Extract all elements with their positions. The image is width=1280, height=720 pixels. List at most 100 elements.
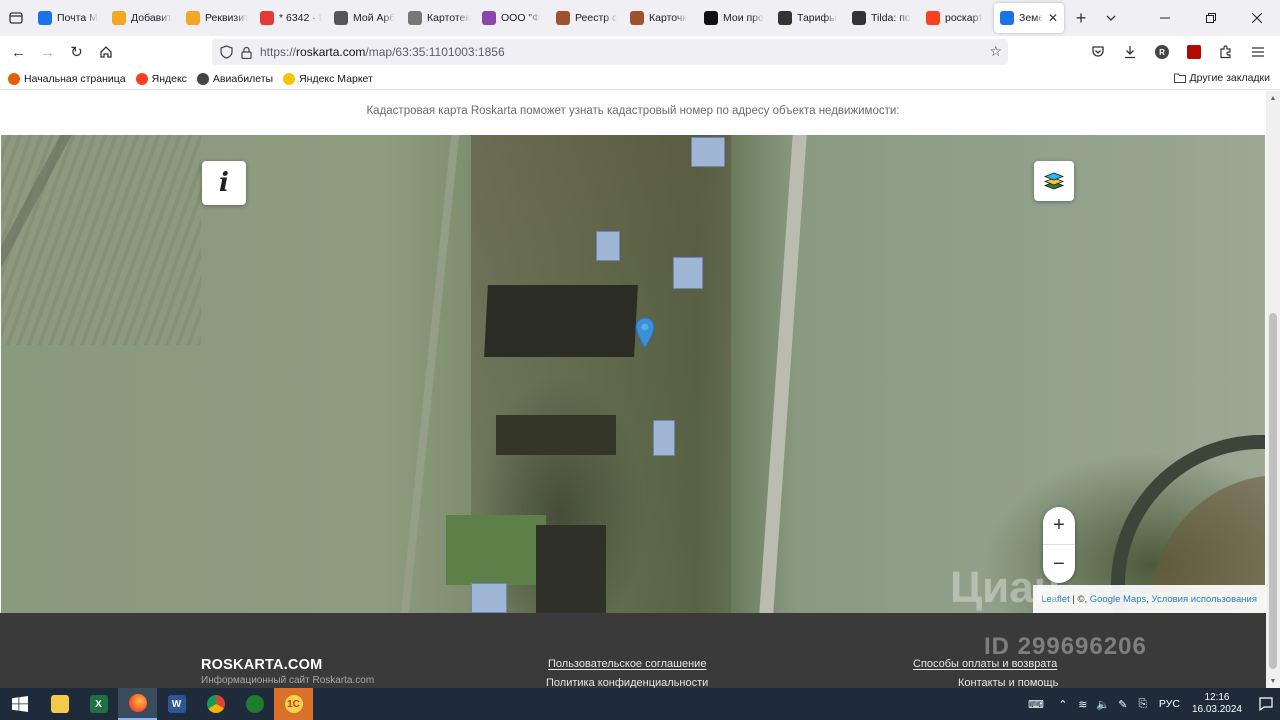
tab[interactable]: Карточк (624, 3, 698, 33)
footer-brand: ROSKARTA.COM (201, 657, 323, 673)
tab[interactable]: Tilda: по (846, 3, 920, 33)
hamburger-icon (1252, 47, 1264, 57)
firefox-icon (128, 694, 147, 712)
map-layers-button[interactable] (1034, 161, 1074, 201)
footer-link-user-agreement[interactable]: Пользовательское соглашение (548, 658, 706, 670)
map-attribution: Leaflet | ©, Google Maps , Условия испол… (1033, 585, 1265, 613)
layers-icon (1043, 172, 1065, 190)
tab[interactable]: Мой Арб (328, 3, 402, 33)
system-tray: ⌨ ⌃ ≋ 🔈 ✎ ⎘ РУС 12:16 16.03.2024 (1019, 688, 1280, 720)
taskbar-app-green[interactable] (235, 688, 274, 720)
minimize-button[interactable] (1142, 0, 1188, 36)
1c-icon: 1C (284, 695, 303, 713)
address-bar[interactable]: https://roskarta.com/map/63:35:1101003:1… (212, 39, 1008, 65)
taskbar-word[interactable]: W (157, 688, 196, 720)
terms-link[interactable]: Условия использования (1152, 594, 1257, 605)
bookmark-item[interactable]: Авиабилеты (196, 72, 273, 85)
footer-link-contacts-help[interactable]: Контакты и помощь (958, 677, 1058, 688)
clock[interactable]: 12:16 16.03.2024 (1192, 692, 1242, 716)
zoom-in-button[interactable]: + (1043, 507, 1075, 545)
home-icon (99, 46, 112, 58)
tab-label: роскарт (945, 12, 984, 24)
account-button[interactable]: R (1148, 38, 1176, 66)
notifications-button[interactable] (1252, 688, 1280, 720)
globe-icon (196, 72, 209, 85)
bookmark-item[interactable]: Яндекс (135, 72, 187, 85)
restore-icon (1206, 13, 1216, 23)
tab-active[interactable]: Земел ✕ (994, 3, 1064, 33)
tab[interactable]: Реквизит (180, 3, 254, 33)
tab[interactable]: ООО "Ф (476, 3, 550, 33)
menu-button[interactable] (1244, 38, 1272, 66)
google-maps-link[interactable]: Google Maps (1090, 594, 1147, 605)
taskbar-chrome[interactable] (196, 688, 235, 720)
tab[interactable]: Картотек (402, 3, 476, 33)
map-house (471, 583, 507, 613)
windows-taskbar: X W 1C ⌨ ⌃ ≋ 🔈 ✎ ⎘ РУС 12:16 16.03.2024 (0, 688, 1280, 720)
pdf-extension-button[interactable] (1180, 38, 1208, 66)
map-info-button[interactable]: i (202, 161, 246, 205)
pdf-icon (1187, 45, 1201, 59)
back-button[interactable]: ← (4, 38, 33, 66)
tab-list: Почта M Добавит Реквизит * 6342 · В Мой Арб К… (32, 0, 1064, 36)
tab[interactable]: Добавит (106, 3, 180, 33)
scroll-up-arrow-icon[interactable]: ▲ (1266, 91, 1280, 105)
taskbar-excel[interactable]: X (79, 688, 118, 720)
taskbar-1c[interactable]: 1C (274, 688, 313, 720)
tab-label: * 6342 · В (279, 12, 322, 24)
close-window-button[interactable] (1234, 0, 1280, 36)
satellite-map[interactable]: i + − Leaflet | ©, Google Maps , Условия… (1, 135, 1265, 613)
list-all-tabs-button[interactable] (1096, 3, 1126, 33)
site-footer: Пользовательское соглашение Политика кон… (0, 613, 1266, 688)
market-icon (283, 72, 296, 85)
bookmark-item[interactable]: Яндекс Маркет (283, 72, 373, 85)
taskbar-file-explorer[interactable] (40, 688, 79, 720)
pocket-button[interactable] (1084, 38, 1112, 66)
check-icon (1000, 11, 1014, 25)
tab[interactable]: роскарт (920, 3, 994, 33)
bookmark-item[interactable]: Начальная страница (8, 72, 126, 85)
zoom-out-button[interactable]: − (1043, 545, 1075, 583)
downloads-button[interactable] (1116, 38, 1144, 66)
extensions-button[interactable] (1212, 38, 1240, 66)
start-button[interactable] (0, 688, 40, 720)
taskbar-firefox[interactable] (118, 688, 157, 720)
tab[interactable]: Почта M (32, 3, 106, 33)
map-marker-icon[interactable] (635, 317, 655, 349)
app-tray-button[interactable]: ✎ (1113, 688, 1133, 720)
page-scrollbar[interactable]: ▲ ▼ (1266, 91, 1280, 688)
close-tab-icon[interactable]: ✕ (1048, 11, 1058, 25)
folder-icon (1173, 73, 1186, 83)
other-bookmarks[interactable]: Другие закладки (1173, 72, 1270, 84)
new-tab-button[interactable]: + (1066, 3, 1096, 33)
footer-link-privacy-policy[interactable]: Политика конфиденциальности (546, 677, 708, 688)
keyboard-tray-button[interactable]: ⌨ (1019, 688, 1053, 720)
footer-link-payment-methods[interactable]: Способы оплаты и возврата (913, 658, 1057, 670)
scroll-thumb[interactable] (1269, 313, 1277, 669)
tray-overflow-button[interactable]: ⌃ (1053, 688, 1073, 720)
bookmark-star-icon[interactable]: ☆ (989, 43, 1002, 60)
bookmark-label: Яндекс Маркет (299, 72, 373, 85)
leaflet-link[interactable]: Leaflet (1041, 594, 1070, 605)
k-icon (704, 11, 718, 25)
home-button[interactable] (91, 38, 120, 66)
info-icon: i (219, 168, 229, 198)
map-field (1, 135, 201, 345)
scroll-down-arrow-icon[interactable]: ▼ (1266, 674, 1280, 688)
tab[interactable]: Мои про (698, 3, 772, 33)
tab[interactable]: Реестр с (550, 3, 624, 33)
forward-button[interactable]: → (33, 38, 62, 66)
network-tray-button[interactable]: ≋ (1073, 688, 1093, 720)
restore-button[interactable] (1188, 0, 1234, 36)
firefox-view-button[interactable] (0, 0, 32, 36)
volume-tray-button[interactable]: 🔈 (1093, 688, 1113, 720)
clipboard-tray-button[interactable]: ⎘ (1133, 688, 1153, 720)
footer-subtitle: Информационный сайт Roskarta.com (201, 675, 375, 686)
reload-button[interactable]: ↻ (62, 38, 91, 66)
tab[interactable]: * 6342 · В (254, 3, 328, 33)
spiral-icon (482, 11, 496, 25)
language-indicator[interactable]: РУС (1159, 698, 1180, 710)
download-icon (1125, 46, 1135, 59)
tab[interactable]: Тарифы (772, 3, 846, 33)
clock-date: 16.03.2024 (1191, 704, 1242, 715)
